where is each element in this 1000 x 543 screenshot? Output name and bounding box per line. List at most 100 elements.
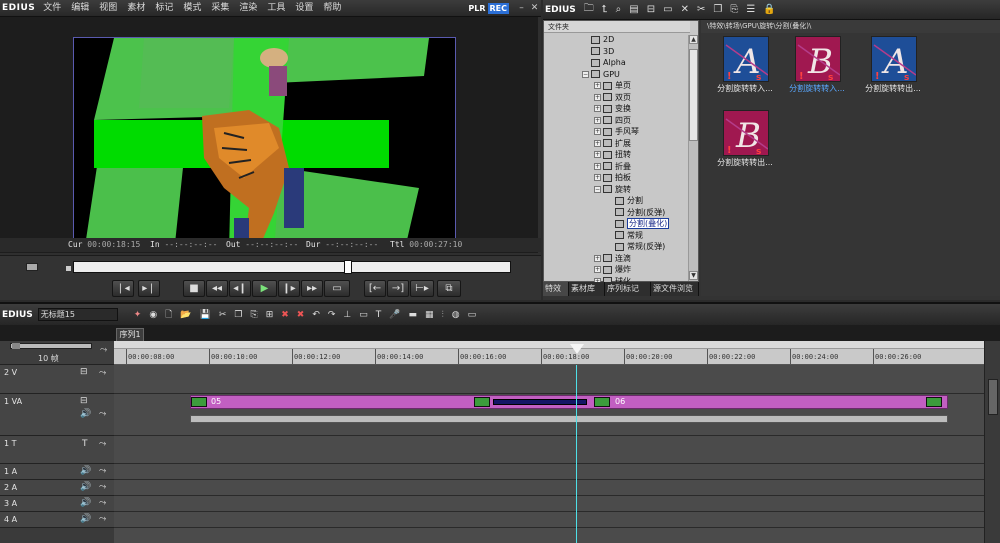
tree-item[interactable]: + 扩展 <box>544 138 690 149</box>
scissors-icon[interactable]: ✂ <box>219 310 227 320</box>
sync-icon[interactable]: ⤳ <box>100 345 107 355</box>
tree-item[interactable]: Alpha <box>544 57 690 68</box>
track-row[interactable] <box>114 480 984 496</box>
delete-icon[interactable]: ✕ <box>681 4 689 15</box>
up-folder-icon[interactable]: ⮤ <box>602 4 608 15</box>
tab-sequence-1[interactable]: 序列1 <box>116 328 144 341</box>
new-item-icon[interactable]: ⊟ <box>647 4 655 15</box>
expand-icon[interactable]: + <box>594 93 601 101</box>
zoom-thumb[interactable] <box>12 343 20 349</box>
copy-icon[interactable]: ❐ <box>234 310 242 320</box>
tree-item[interactable]: 常规 <box>544 230 690 241</box>
delete-icon[interactable]: ✖ <box>281 310 289 320</box>
video-toggle-icon[interactable]: ⊟ <box>80 367 88 377</box>
effect-item[interactable]: B! s 分割旋转转入... <box>781 36 853 112</box>
expand-icon[interactable]: + <box>594 82 601 89</box>
lock-icon[interactable]: 🔒 <box>763 4 775 15</box>
scroll-up-icon[interactable]: ▲ <box>689 35 698 44</box>
transition-end[interactable] <box>594 397 610 407</box>
speaker-icon[interactable]: 🔊 <box>80 482 91 492</box>
waveform-icon[interactable]: ⤳ <box>99 514 106 524</box>
position-thumb[interactable] <box>344 260 352 274</box>
playhead[interactable] <box>576 365 577 543</box>
expand-icon[interactable]: − <box>594 185 601 193</box>
expand-icon[interactable]: + <box>594 151 601 158</box>
audio-clip[interactable] <box>190 415 948 423</box>
tree-item[interactable]: + 连滴 <box>544 253 690 264</box>
effect-item[interactable]: B! s 分割旋转转出... <box>709 110 781 186</box>
tree-item[interactable]: 3D <box>544 46 690 57</box>
replace-icon[interactable]: ⊞ <box>266 310 274 320</box>
track-header[interactable]: 2 A 🔊 ⤳ <box>0 480 114 496</box>
video-toggle-icon[interactable]: ⊟ <box>80 396 88 406</box>
snap-icon[interactable]: ⊥ <box>343 310 351 320</box>
tree-item[interactable]: + 四页 <box>544 115 690 126</box>
vscroll-thumb[interactable] <box>988 379 998 415</box>
expand-icon[interactable]: − <box>582 70 589 78</box>
menu-help[interactable]: 帮助 <box>323 3 341 13</box>
search-icon[interactable]: ⌕ <box>616 4 622 15</box>
track-row[interactable] <box>114 436 984 464</box>
effect-item[interactable]: A! s 分割旋转转出... <box>857 36 929 112</box>
tree-item[interactable]: + 单页 <box>544 80 690 91</box>
mode-icon[interactable]: ✦ <box>134 310 142 320</box>
tree-item[interactable]: + 折叠 <box>544 161 690 172</box>
track-header[interactable]: 1 T T ⤳ <box>0 436 114 464</box>
menu-render[interactable]: 渲染 <box>239 3 257 13</box>
audio-icon[interactable]: 🔊 <box>80 409 91 419</box>
plr-toggle[interactable]: PLR <box>466 3 487 14</box>
paste-icon[interactable]: ⎘ <box>730 4 738 15</box>
rewind-button[interactable]: ◂◂ <box>206 280 228 297</box>
link-icon[interactable]: ▭ <box>359 310 368 320</box>
menu-capture[interactable]: 采集 <box>211 3 229 13</box>
tree-scrollbar[interactable]: ▲ ▼ <box>688 35 698 281</box>
sync-icon[interactable]: ⤳ <box>99 368 106 378</box>
track-row[interactable] <box>114 365 984 394</box>
properties-icon[interactable]: ▤ <box>629 4 638 15</box>
render-icon[interactable]: ▬ <box>409 310 418 320</box>
menu-tools[interactable]: 工具 <box>267 3 285 13</box>
tree-item[interactable]: 分割(叠化) <box>544 218 690 229</box>
loop-button[interactable]: ▭ <box>324 280 350 297</box>
track-header[interactable]: 1 A 🔊 ⤳ <box>0 464 114 480</box>
tree-item[interactable]: − GPU <box>544 69 690 80</box>
expand-icon[interactable]: + <box>594 266 601 273</box>
transition-effect[interactable] <box>493 399 587 405</box>
track-header[interactable]: 2 V ⊟ ⤳ <box>0 365 114 394</box>
list-icon[interactable]: ☰ <box>746 4 755 15</box>
timeline-vscroll[interactable] <box>984 341 1000 543</box>
expand-icon[interactable]: + <box>594 128 601 135</box>
scrub-bar[interactable] <box>0 255 541 277</box>
expand-icon[interactable]: + <box>594 162 601 170</box>
speaker-icon[interactable]: 🔊 <box>80 498 91 508</box>
track-row[interactable] <box>114 464 984 480</box>
title-icon[interactable]: T <box>82 439 88 449</box>
mic-icon[interactable]: 🎤 <box>389 310 400 320</box>
overwrite-button[interactable]: →] <box>387 280 409 297</box>
copy-icon[interactable]: ❐ <box>713 4 722 15</box>
capture-icon[interactable]: ◉ <box>149 310 157 320</box>
time-ruler[interactable]: 00:00:08:00 00:00:10:00 00:00:12:00 00:00:1… <box>114 341 984 365</box>
redo-icon[interactable]: ↷ <box>328 310 336 320</box>
tab-effects[interactable]: 特效 <box>543 282 569 296</box>
waveform-icon[interactable]: ⤳ <box>99 466 106 476</box>
trim-button[interactable]: ⊢▸ <box>410 280 434 297</box>
transition-start[interactable] <box>474 397 490 407</box>
tree-item[interactable]: + 手风琴 <box>544 126 690 137</box>
track-row[interactable] <box>114 496 984 512</box>
minimize-button[interactable]: – <box>515 2 528 14</box>
scroll-down-icon[interactable]: ▼ <box>689 271 698 280</box>
expand-icon[interactable]: + <box>594 254 601 262</box>
effect-item[interactable]: A! s 分割旋转转入... <box>709 36 781 112</box>
step-forward-button[interactable]: ❙▸ <box>278 280 300 297</box>
waveform-icon[interactable]: ⤳ <box>99 409 106 419</box>
tree-item[interactable]: + 爆炸 <box>544 264 690 275</box>
tab-sequence-markers[interactable]: 序列标记 <box>605 282 651 296</box>
paste-icon[interactable]: ⎘ <box>250 310 257 320</box>
playhead-marker[interactable] <box>570 344 584 354</box>
stop-button[interactable]: ■ <box>183 280 205 297</box>
tab-source-browser[interactable]: 源文件浏览 <box>651 282 699 296</box>
play-button[interactable]: ▶ <box>252 280 277 297</box>
color-icon[interactable]: ◍ <box>452 310 460 320</box>
mark-in-button[interactable]: ❘◂ <box>112 280 134 297</box>
